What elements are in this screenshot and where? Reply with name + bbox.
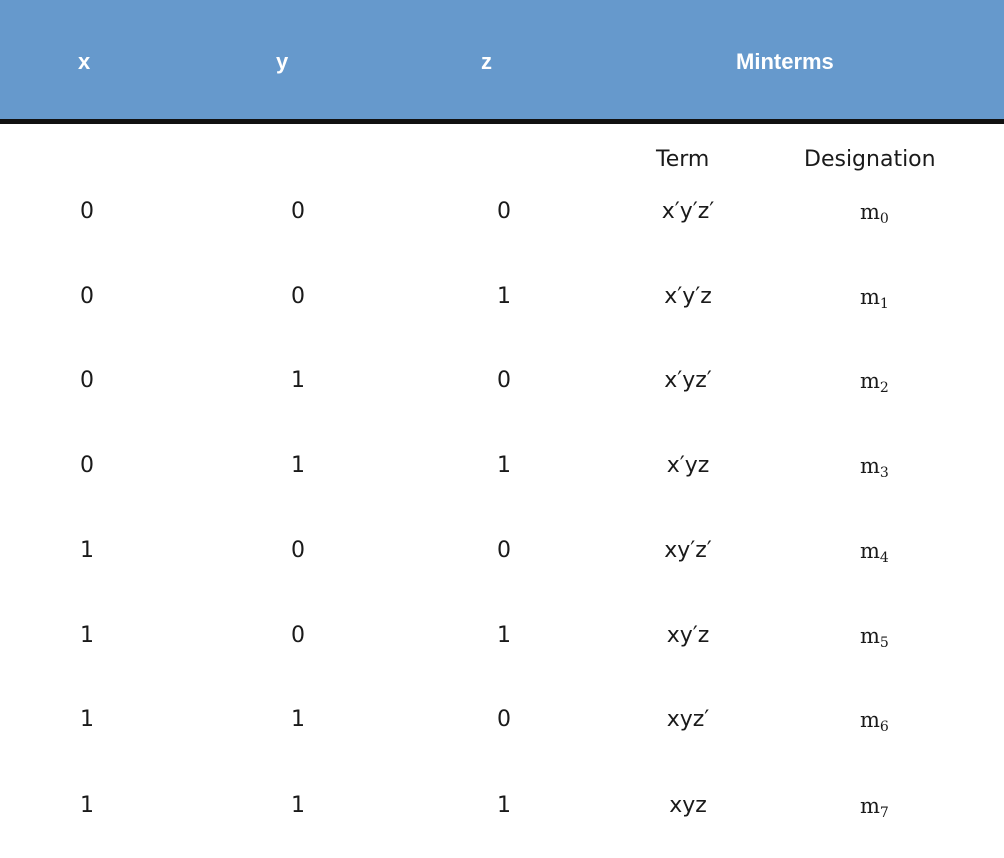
cell-z: 0 (497, 368, 511, 393)
table-row: 1 1 1 xyz m7 (0, 792, 1004, 832)
cell-y: 0 (291, 284, 305, 309)
table-row: 0 1 0 x′yz′ m2 (0, 367, 1004, 407)
cell-y: 0 (291, 623, 305, 648)
table-row: 1 0 0 xy′z′ m4 (0, 537, 1004, 577)
header-minterms: Minterms (736, 49, 834, 74)
cell-z: 1 (497, 623, 511, 648)
cell-z: 0 (497, 707, 511, 732)
cell-term: xyz′ (666, 707, 710, 732)
cell-designation: m5 (860, 622, 920, 650)
designation-index: 3 (879, 465, 889, 481)
cell-y: 0 (291, 538, 305, 563)
table-row: 0 1 1 x′yz m3 (0, 452, 1004, 492)
designation-index: 2 (879, 380, 889, 396)
cell-term: x′y′z (664, 284, 712, 309)
designation-index: 6 (879, 719, 889, 735)
cell-x: 1 (80, 707, 94, 732)
table-row: 1 1 0 xyz′ m6 (0, 706, 1004, 746)
header-y: y (276, 49, 289, 74)
designation-index: 5 (879, 635, 889, 651)
cell-y: 1 (291, 793, 305, 818)
header-z: z (481, 49, 492, 74)
designation-letter: m (860, 624, 880, 648)
cell-z: 0 (497, 538, 511, 563)
subheader-term: Term (656, 147, 710, 172)
cell-y: 1 (291, 453, 305, 478)
designation-index: 0 (879, 211, 889, 227)
cell-y: 0 (291, 199, 305, 224)
designation-index: 4 (879, 550, 889, 566)
table-header: x y z Minterms (0, 0, 1004, 124)
cell-term: x′yz (666, 453, 710, 478)
cell-y: 1 (291, 368, 305, 393)
cell-term: xyz (669, 793, 707, 818)
header-x: x (78, 49, 91, 74)
cell-designation: m3 (860, 452, 920, 480)
cell-designation: m6 (860, 706, 920, 734)
cell-z: 0 (497, 199, 511, 224)
designation-index: 1 (879, 296, 889, 312)
designation-letter: m (860, 539, 880, 563)
cell-x: 1 (80, 623, 94, 648)
cell-term: xy′z (666, 623, 710, 648)
table-row: 0 0 1 x′y′z m1 (0, 283, 1004, 323)
cell-designation: m4 (860, 537, 920, 565)
cell-term: x′y′z′ (661, 199, 715, 224)
cell-term: xy′z′ (664, 538, 712, 563)
table-row: 1 0 1 xy′z m5 (0, 622, 1004, 662)
cell-designation: m7 (860, 792, 920, 820)
designation-letter: m (860, 454, 880, 478)
subheader-designation: Designation (804, 147, 936, 172)
cell-term: x′yz′ (664, 368, 712, 393)
designation-letter: m (860, 794, 880, 818)
cell-x: 0 (80, 199, 94, 224)
cell-z: 1 (497, 284, 511, 309)
designation-letter: m (860, 200, 880, 224)
cell-x: 0 (80, 284, 94, 309)
cell-x: 1 (80, 538, 94, 563)
cell-x: 1 (80, 793, 94, 818)
table-row: 0 0 0 x′y′z′ m0 (0, 198, 1004, 238)
designation-letter: m (860, 369, 880, 393)
cell-x: 0 (80, 453, 94, 478)
cell-x: 0 (80, 368, 94, 393)
cell-y: 1 (291, 707, 305, 732)
cell-designation: m2 (860, 367, 920, 395)
cell-z: 1 (497, 793, 511, 818)
cell-designation: m1 (860, 283, 920, 311)
minterms-table: x y z Minterms Term Designation 0 0 0 x′… (0, 0, 1004, 858)
designation-letter: m (860, 285, 880, 309)
designation-index: 7 (879, 805, 889, 821)
cell-designation: m0 (860, 198, 920, 226)
cell-z: 1 (497, 453, 511, 478)
designation-letter: m (860, 708, 880, 732)
